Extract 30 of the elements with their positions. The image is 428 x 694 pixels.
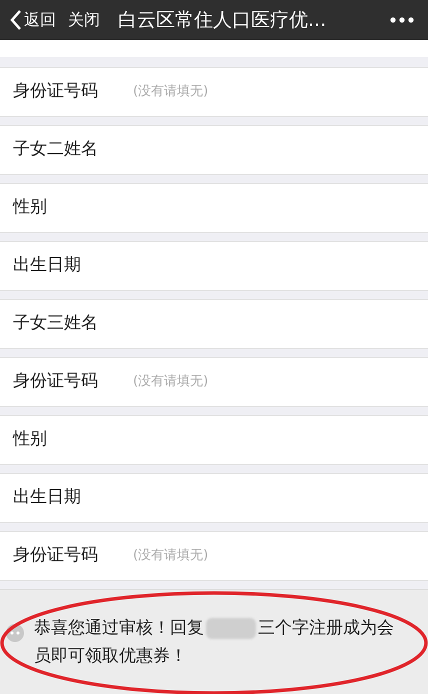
back-icon <box>10 9 22 31</box>
close-button[interactable]: 关闭 <box>68 8 100 32</box>
field-label: 身份证号码 <box>13 544 99 568</box>
field-label: 出生日期 <box>13 486 82 510</box>
more-icon <box>390 17 414 23</box>
field-label: 身份证号码 <box>13 370 99 394</box>
form-row[interactable]: 性别 <box>0 415 428 465</box>
form-row[interactable]: 出生日期 <box>0 473 428 523</box>
form-row[interactable]: 出生日期 <box>0 241 428 291</box>
field-label: 性别 <box>13 428 48 452</box>
chat-bubble-icon <box>6 624 24 642</box>
form-row[interactable]: 身份证号码 (没有请填无) <box>0 357 428 407</box>
message-text: 恭喜您通过审核！回复 <box>34 617 204 640</box>
field-hint: (没有请填无) <box>133 83 208 102</box>
form-row[interactable]: 子女二姓名 <box>0 125 428 175</box>
form-row[interactable]: 性别 <box>0 183 428 233</box>
form-row[interactable]: 子女三姓名 <box>0 299 428 349</box>
back-button[interactable]: 返回 <box>10 8 56 32</box>
field-hint: (没有请填无) <box>133 373 208 392</box>
field-label: 子女二姓名 <box>13 138 99 162</box>
field-label: 子女三姓名 <box>13 312 99 336</box>
field-label: 身份证号码 <box>13 80 99 104</box>
form-row[interactable]: 身份证号码 (没有请填无) <box>0 67 428 117</box>
message-text: 员即可领取优惠券！ <box>34 645 187 668</box>
form-row[interactable]: 身份证号码 (没有请填无) <box>0 531 428 581</box>
field-hint: (没有请填无) <box>133 547 208 566</box>
field-label: 出生日期 <box>13 254 82 278</box>
field-label: 性别 <box>13 196 48 220</box>
message-text: 三个字注册成为会 <box>258 617 394 640</box>
page-title: 白云区常住人口医疗优... <box>118 8 326 33</box>
